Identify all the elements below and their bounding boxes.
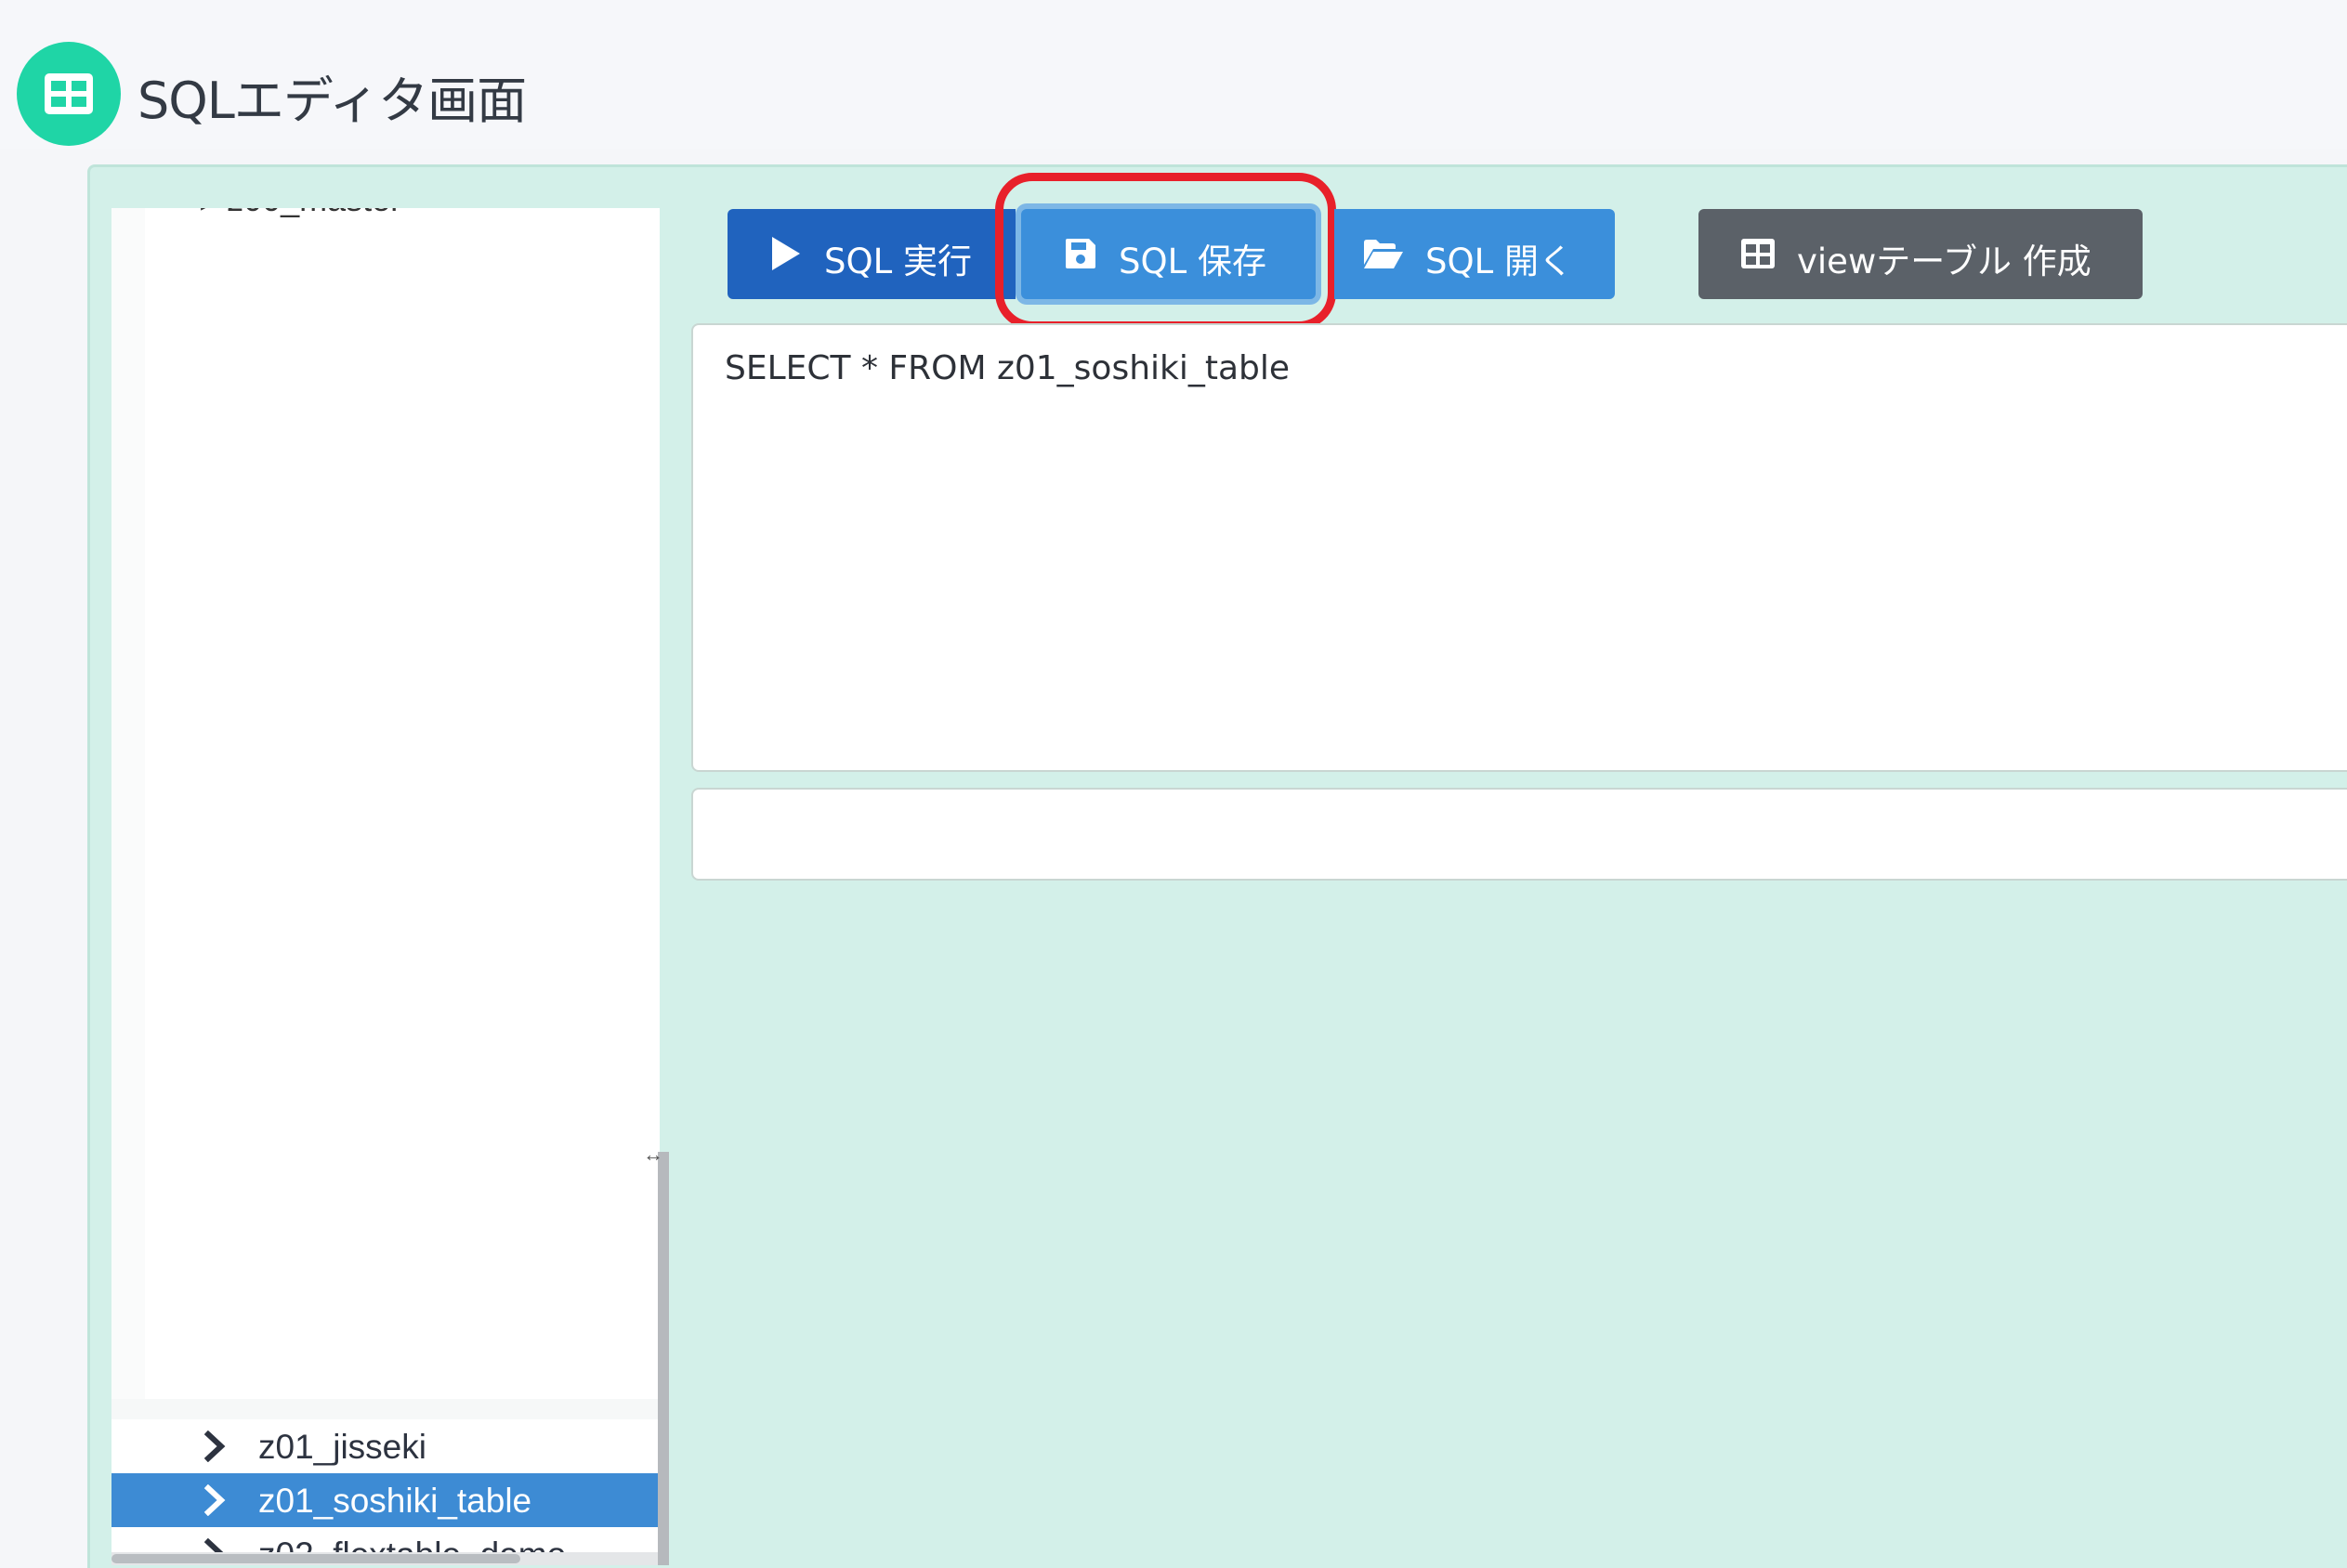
open-sql-button[interactable]: SQL 開く	[1334, 209, 1615, 299]
scrollbar-thumb[interactable]	[111, 1554, 520, 1563]
floppy-disk-icon	[1066, 239, 1095, 268]
table-grid-icon	[1741, 239, 1775, 268]
tree-vertical-scrollbar[interactable]	[658, 1152, 669, 1565]
tree-horizontal-scrollbar[interactable]	[111, 1552, 660, 1565]
tree-item-label: z01_jisseki	[258, 1428, 426, 1466]
play-icon	[772, 237, 800, 270]
save-sql-button[interactable]: SQL 保存	[1021, 209, 1316, 299]
create-view-table-button[interactable]: viewテーブル 作成	[1698, 209, 2143, 299]
tree-item-label: z01_soshiki_table	[258, 1482, 532, 1520]
tree-divider	[111, 1399, 660, 1419]
page-header: SQLエディタ画面	[0, 0, 2347, 149]
run-sql-label: SQL 実行	[824, 242, 972, 281]
page-title: SQLエディタ画面	[138, 72, 527, 130]
tree-indent-strip	[111, 208, 145, 1399]
chevron-right-icon	[203, 1431, 226, 1462]
result-message-bar	[691, 788, 2347, 881]
chevron-right-icon	[203, 1484, 226, 1516]
resize-handle-icon[interactable]: ↔	[643, 1143, 663, 1167]
sql-editor[interactable]: SELECT * FROM z01_soshiki_table	[691, 323, 2347, 772]
run-sql-button[interactable]: SQL 実行	[728, 209, 1016, 299]
save-sql-label: SQL 保存	[1119, 242, 1266, 281]
tree-item-z01-jisseki[interactable]: z01_jisseki	[111, 1419, 660, 1473]
tree-item-clipped: ▸ z00_master	[201, 208, 572, 217]
folder-open-icon	[1364, 240, 1403, 268]
sql-editor-text[interactable]: SELECT * FROM z01_soshiki_table	[725, 349, 1290, 387]
tree-item-z01-soshiki-table[interactable]: z01_soshiki_table	[111, 1473, 660, 1527]
open-sql-label: SQL 開く	[1425, 242, 1573, 281]
table-grid-icon	[17, 42, 121, 146]
table-tree[interactable]: ▸ z00_master z01_jisseki z01_soshiki_tab…	[111, 208, 660, 1565]
create-view-table-label: viewテーブル 作成	[1797, 242, 2091, 281]
